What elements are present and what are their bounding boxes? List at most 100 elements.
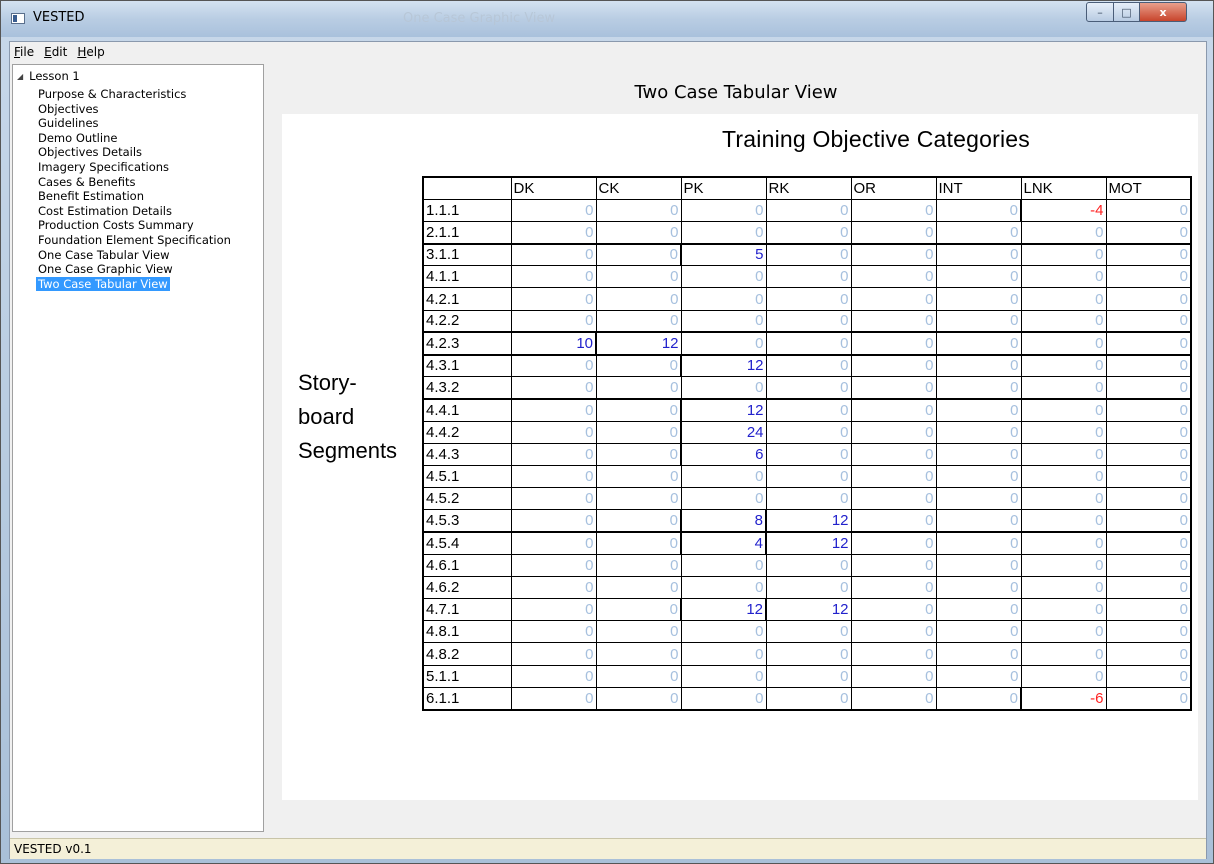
value-cell[interactable]: 0 xyxy=(765,287,852,311)
value-cell[interactable]: 0 xyxy=(680,331,767,356)
value-cell[interactable]: 0 xyxy=(935,530,1022,555)
value-cell[interactable]: 0 xyxy=(850,376,937,400)
value-cell[interactable]: 0 xyxy=(1020,575,1107,600)
value-cell[interactable]: 0 xyxy=(1105,509,1192,533)
value-cell[interactable]: 0 xyxy=(850,553,937,577)
value-cell[interactable]: 0 xyxy=(1105,686,1192,711)
value-cell[interactable]: 0 xyxy=(680,575,767,600)
value-cell[interactable]: 0 xyxy=(1020,420,1107,444)
menu-help[interactable]: Help xyxy=(77,45,104,59)
value-cell[interactable]: 0 xyxy=(1020,397,1107,422)
menu-file[interactable]: File xyxy=(14,45,34,59)
value-cell[interactable]: 0 xyxy=(595,509,682,533)
value-cell[interactable]: 0 xyxy=(850,598,937,622)
value-cell[interactable]: 6 xyxy=(680,442,767,466)
value-cell[interactable]: 0 xyxy=(1020,553,1107,577)
maximize-button[interactable]: □ xyxy=(1113,2,1140,22)
value-cell[interactable]: 0 xyxy=(595,287,682,311)
value-cell[interactable]: 0 xyxy=(595,686,682,711)
value-cell[interactable]: 0 xyxy=(850,331,937,356)
value-cell[interactable]: 0 xyxy=(680,198,767,222)
value-cell[interactable]: 0 xyxy=(935,220,1022,245)
value-cell[interactable]: 12 xyxy=(765,509,852,533)
value-cell[interactable]: 0 xyxy=(510,620,597,644)
value-cell[interactable]: 0 xyxy=(680,376,767,400)
value-cell[interactable]: 0 xyxy=(595,265,682,289)
value-cell[interactable]: 0 xyxy=(595,397,682,422)
value-cell[interactable]: 0 xyxy=(510,220,597,245)
value-cell[interactable]: 0 xyxy=(510,353,597,378)
value-cell[interactable]: 10 xyxy=(510,331,597,356)
value-cell[interactable]: 0 xyxy=(595,664,682,688)
value-cell[interactable]: 12 xyxy=(680,397,767,422)
value-cell[interactable]: 0 xyxy=(510,575,597,600)
value-cell[interactable]: 0 xyxy=(1105,553,1192,577)
value-cell[interactable]: 0 xyxy=(1105,397,1192,422)
value-cell[interactable]: 0 xyxy=(1020,642,1107,666)
value-cell[interactable]: -6 xyxy=(1020,686,1107,711)
value-cell[interactable]: 0 xyxy=(850,575,937,600)
tree-item-two-case-tabular-view[interactable]: Two Case Tabular View xyxy=(36,276,170,292)
value-cell[interactable]: 0 xyxy=(850,686,937,711)
value-cell[interactable]: 0 xyxy=(595,530,682,555)
value-cell[interactable]: 0 xyxy=(850,642,937,666)
value-cell[interactable]: 0 xyxy=(510,487,597,511)
value-cell[interactable]: 0 xyxy=(510,376,597,400)
value-cell[interactable]: 0 xyxy=(850,420,937,444)
value-cell[interactable]: 0 xyxy=(935,309,1022,333)
value-cell[interactable]: 0 xyxy=(510,198,597,222)
value-cell[interactable]: 0 xyxy=(595,309,682,333)
value-cell[interactable]: 0 xyxy=(1020,287,1107,311)
value-cell[interactable]: 0 xyxy=(1020,220,1107,245)
value-cell[interactable]: 0 xyxy=(680,553,767,577)
value-cell[interactable]: 0 xyxy=(1105,242,1192,267)
value-cell[interactable]: 0 xyxy=(1020,664,1107,688)
value-cell[interactable]: 0 xyxy=(765,198,852,222)
value-cell[interactable]: 12 xyxy=(680,598,767,622)
value-cell[interactable]: 0 xyxy=(1105,464,1192,489)
value-cell[interactable]: 0 xyxy=(765,220,852,245)
value-cell[interactable]: 0 xyxy=(595,242,682,267)
value-cell[interactable]: 0 xyxy=(1020,331,1107,356)
value-cell[interactable]: 0 xyxy=(850,220,937,245)
value-cell[interactable]: 0 xyxy=(510,464,597,489)
value-cell[interactable]: 0 xyxy=(765,242,852,267)
value-cell[interactable]: 0 xyxy=(680,464,767,489)
value-cell[interactable]: 0 xyxy=(680,664,767,688)
value-cell[interactable]: 0 xyxy=(1105,420,1192,444)
value-cell[interactable]: 0 xyxy=(850,242,937,267)
value-cell[interactable]: 0 xyxy=(850,664,937,688)
value-cell[interactable]: 0 xyxy=(1020,598,1107,622)
value-cell[interactable]: 0 xyxy=(935,686,1022,711)
navigation-tree[interactable]: ◢ Lesson 1 Purpose & Characteristics Obje… xyxy=(12,64,264,832)
value-cell[interactable]: 0 xyxy=(1020,353,1107,378)
value-cell[interactable]: 0 xyxy=(680,620,767,644)
value-cell[interactable]: 12 xyxy=(765,530,852,555)
value-cell[interactable]: 0 xyxy=(680,686,767,711)
value-cell[interactable]: 0 xyxy=(1105,664,1192,688)
menu-edit[interactable]: Edit xyxy=(44,45,67,59)
value-cell[interactable]: 0 xyxy=(935,442,1022,466)
value-cell[interactable]: 0 xyxy=(1105,287,1192,311)
value-cell[interactable]: 0 xyxy=(595,353,682,378)
value-cell[interactable]: 0 xyxy=(680,642,767,666)
title-bar[interactable]: VESTED One Case Graphic View – □ x xyxy=(1,1,1213,37)
value-cell[interactable]: 0 xyxy=(850,509,937,533)
value-cell[interactable]: 0 xyxy=(510,265,597,289)
tree-root-lesson-1[interactable]: ◢ Lesson 1 xyxy=(17,69,80,83)
value-cell[interactable]: 0 xyxy=(935,198,1022,222)
value-cell[interactable]: 0 xyxy=(1105,220,1192,245)
value-cell[interactable]: 0 xyxy=(765,376,852,400)
value-cell[interactable]: 0 xyxy=(1020,530,1107,555)
value-cell[interactable]: 0 xyxy=(935,420,1022,444)
value-cell[interactable]: 0 xyxy=(510,642,597,666)
minimize-button[interactable]: – xyxy=(1086,2,1114,22)
value-cell[interactable]: 0 xyxy=(510,397,597,422)
value-cell[interactable]: 0 xyxy=(680,220,767,245)
value-cell[interactable]: 0 xyxy=(680,309,767,333)
value-cell[interactable]: 0 xyxy=(1020,509,1107,533)
value-cell[interactable]: 0 xyxy=(510,598,597,622)
value-cell[interactable]: 0 xyxy=(595,553,682,577)
value-cell[interactable]: 24 xyxy=(680,420,767,444)
value-cell[interactable]: 12 xyxy=(765,598,852,622)
